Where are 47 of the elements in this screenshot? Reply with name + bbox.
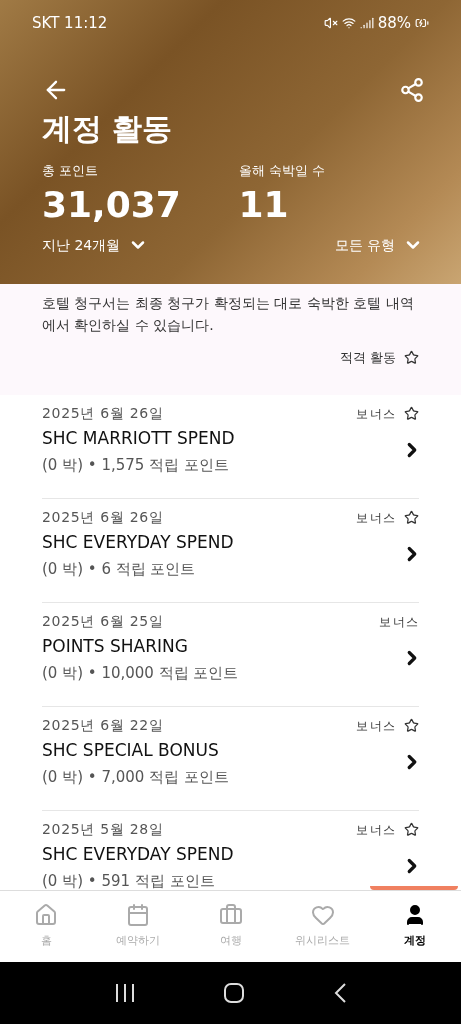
activity-detail: (0 박) • 7,000 적립 포인트 (42, 766, 229, 788)
activity-title: SHC MARRIOTT SPEND (42, 427, 235, 450)
wifi-icon (341, 16, 356, 30)
star-icon (404, 350, 419, 366)
notice-text: 호텔 청구서는 최종 청구가 확정되는 대로 숙박한 호텔 내역에서 확인하실 수 있습니다. (42, 294, 415, 335)
signal-icon (359, 16, 374, 30)
nav-tab[interactable]: 계정 (368, 891, 461, 962)
activity-title: SHC EVERYDAY SPEND (42, 531, 234, 554)
activity-date: 2025년 6월 26일 (42, 404, 164, 423)
activity-tag: 보너스 (356, 508, 396, 527)
activity-title: SHC EVERYDAY SPEND (42, 843, 234, 866)
mute-icon (323, 16, 338, 30)
activity-date: 2025년 6월 25일 (42, 612, 164, 631)
battery-icon (415, 16, 429, 30)
stat-label: 올해 숙박일 수 (238, 162, 326, 180)
activity-detail: (0 박) • 10,000 적립 포인트 (42, 662, 239, 684)
share-button[interactable] (399, 77, 425, 103)
heart-icon (310, 903, 335, 928)
activity-detail: (0 박) • 1,575 적립 포인트 (42, 454, 230, 476)
status-carrier-time: SKT 11:12 (32, 12, 108, 34)
activity-title: POINTS SHARING (42, 635, 189, 658)
recent-apps-icon[interactable] (113, 983, 136, 1003)
filter-dropdown[interactable]: 지난 24개월 (42, 234, 223, 256)
battery-percent: 88% (377, 12, 411, 34)
calendar-icon (126, 903, 151, 928)
eligible-activity-link[interactable]: 적격 활동 (339, 348, 419, 368)
activity-row[interactable]: 2025년 6월 26일 보너스 SHC EVERYDAY SPEND (0 박) • 6 적립 포인트 (42, 499, 419, 603)
activity-title: SHC SPECIAL BONUS (42, 739, 220, 762)
stat-value: 11 (238, 182, 290, 227)
activity-date: 2025년 6월 26일 (42, 508, 164, 527)
activity-tag: 보너스 (379, 612, 419, 631)
activity-row[interactable]: 2025년 6월 25일 보너스 POINTS SHARING (0 박) • 10,000 적립 포인트 (42, 603, 419, 707)
activity-row[interactable]: 2025년 6월 22일 보너스 SHC SPECIAL BONUS (0 박) • 7,000 적립 포인트 (42, 707, 419, 811)
home-icon (34, 903, 59, 928)
activity-row[interactable]: 2025년 6월 26일 보너스 SHC MARRIOTT SPEND (0 박) • 1,575 적립 포인트 (42, 395, 419, 499)
stat-label: 총 포인트 (42, 162, 100, 180)
activity-tag: 보너스 (356, 404, 396, 423)
activity-tag: 보너스 (356, 820, 396, 839)
activity-detail: (0 박) • 6 적립 포인트 (42, 558, 197, 580)
activity-date: 2025년 6월 22일 (42, 716, 164, 735)
activity-date: 2025년 5월 28일 (42, 820, 164, 839)
home-button-icon[interactable] (223, 982, 246, 1004)
activity-detail: (0 박) • 591 적립 포인트 (42, 870, 216, 890)
back-icon[interactable] (333, 982, 348, 1004)
activity-tag: 보너스 (356, 716, 396, 735)
stat-value: 31,037 (42, 182, 182, 227)
page-title: 계정 활동 (42, 110, 174, 148)
